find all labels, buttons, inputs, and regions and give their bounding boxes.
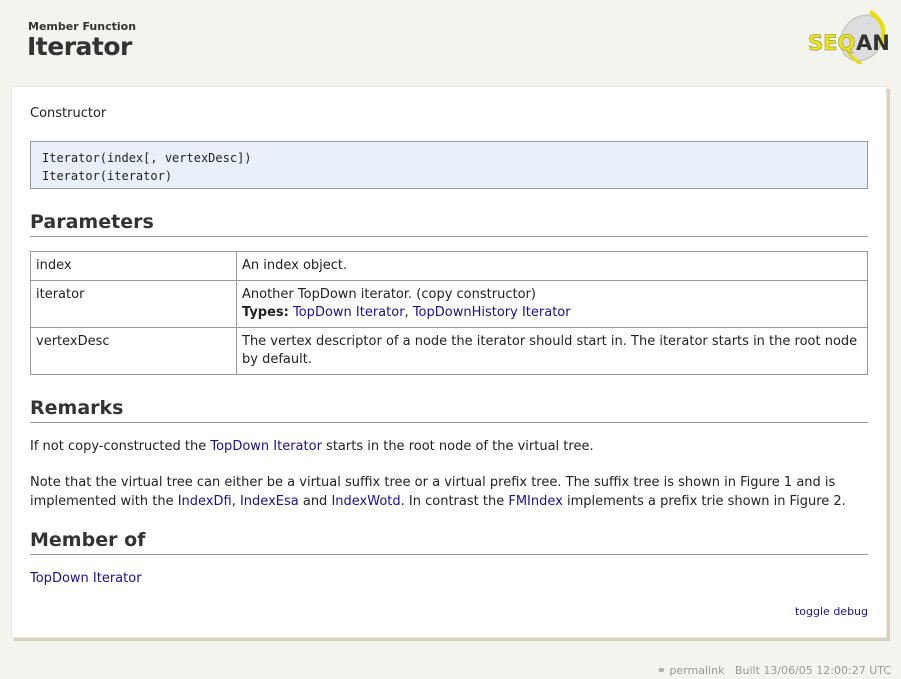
content-card: Constructor Iterator(index[, vertexDesc]… bbox=[11, 86, 887, 638]
text: and bbox=[298, 494, 332, 509]
seqan-logo[interactable]: SEQ AN bbox=[806, 8, 888, 64]
remarks-heading: Remarks bbox=[30, 397, 868, 423]
param-name: index bbox=[30, 251, 237, 281]
types-label: Types: bbox=[242, 305, 289, 320]
member-of-heading: Member of bbox=[30, 529, 868, 555]
topdown-iterator-link[interactable]: TopDown Iterator bbox=[210, 439, 322, 454]
build-timestamp: Built 13/06/05 12:00:27 UTC bbox=[734, 664, 891, 677]
signature: Iterator(iterator) bbox=[42, 169, 173, 183]
param-desc: Another TopDown iterator. (copy construc… bbox=[236, 280, 868, 328]
text: implements a prefix trie shown in Figure… bbox=[562, 494, 846, 509]
svg-text:SEQ: SEQ bbox=[808, 31, 855, 55]
table-row: index An index object. bbox=[30, 251, 868, 281]
table-row: vertexDesc The vertex descriptor of a no… bbox=[30, 327, 868, 375]
parameters-table: index An index object. iterator Another … bbox=[30, 251, 868, 375]
remarks-paragraph: Note that the virtual tree can either be… bbox=[30, 473, 868, 511]
footer: ⚭ permalink Built 13/06/05 12:00:27 UTC bbox=[657, 664, 891, 677]
signature: Iterator(index[, vertexDesc]) bbox=[42, 151, 252, 165]
link-icon: ⚭ bbox=[656, 664, 666, 677]
signature-block: Iterator(index[, vertexDesc]) Iterator(i… bbox=[30, 141, 868, 189]
page-title: Iterator bbox=[27, 32, 132, 61]
type-link[interactable]: TopDownHistory Iterator bbox=[413, 305, 571, 320]
constructor-label: Constructor bbox=[30, 106, 107, 121]
text: If not copy-constructed the bbox=[30, 439, 211, 454]
fmindex-link[interactable]: FMIndex bbox=[508, 494, 562, 509]
remarks-paragraph: If not copy-constructed the TopDown Iter… bbox=[30, 437, 868, 456]
indexwotd-link[interactable]: IndexWotd bbox=[331, 494, 400, 509]
indexdfi-link[interactable]: IndexDfi bbox=[178, 494, 232, 509]
text: starts in the root node of the virtual t… bbox=[321, 439, 594, 454]
table-row: iterator Another TopDown iterator. (copy… bbox=[30, 280, 868, 328]
param-desc: The vertex descriptor of a node the iter… bbox=[236, 327, 868, 375]
type-link[interactable]: TopDown Iterator bbox=[293, 305, 405, 320]
param-name: vertexDesc bbox=[30, 327, 237, 375]
parameters-heading: Parameters bbox=[30, 211, 868, 237]
toggle-debug-link[interactable]: toggle debug bbox=[795, 605, 868, 618]
param-desc-text: Another TopDown iterator. (copy construc… bbox=[242, 287, 536, 302]
text: . In contrast the bbox=[400, 494, 509, 509]
param-name: iterator bbox=[30, 280, 237, 328]
indexesa-link[interactable]: IndexEsa bbox=[240, 494, 299, 509]
param-desc: An index object. bbox=[236, 251, 868, 281]
svg-text:AN: AN bbox=[856, 31, 888, 55]
text: , bbox=[231, 494, 240, 509]
member-of-link[interactable]: TopDown Iterator bbox=[30, 571, 142, 586]
permalink-link[interactable]: permalink bbox=[669, 664, 724, 677]
